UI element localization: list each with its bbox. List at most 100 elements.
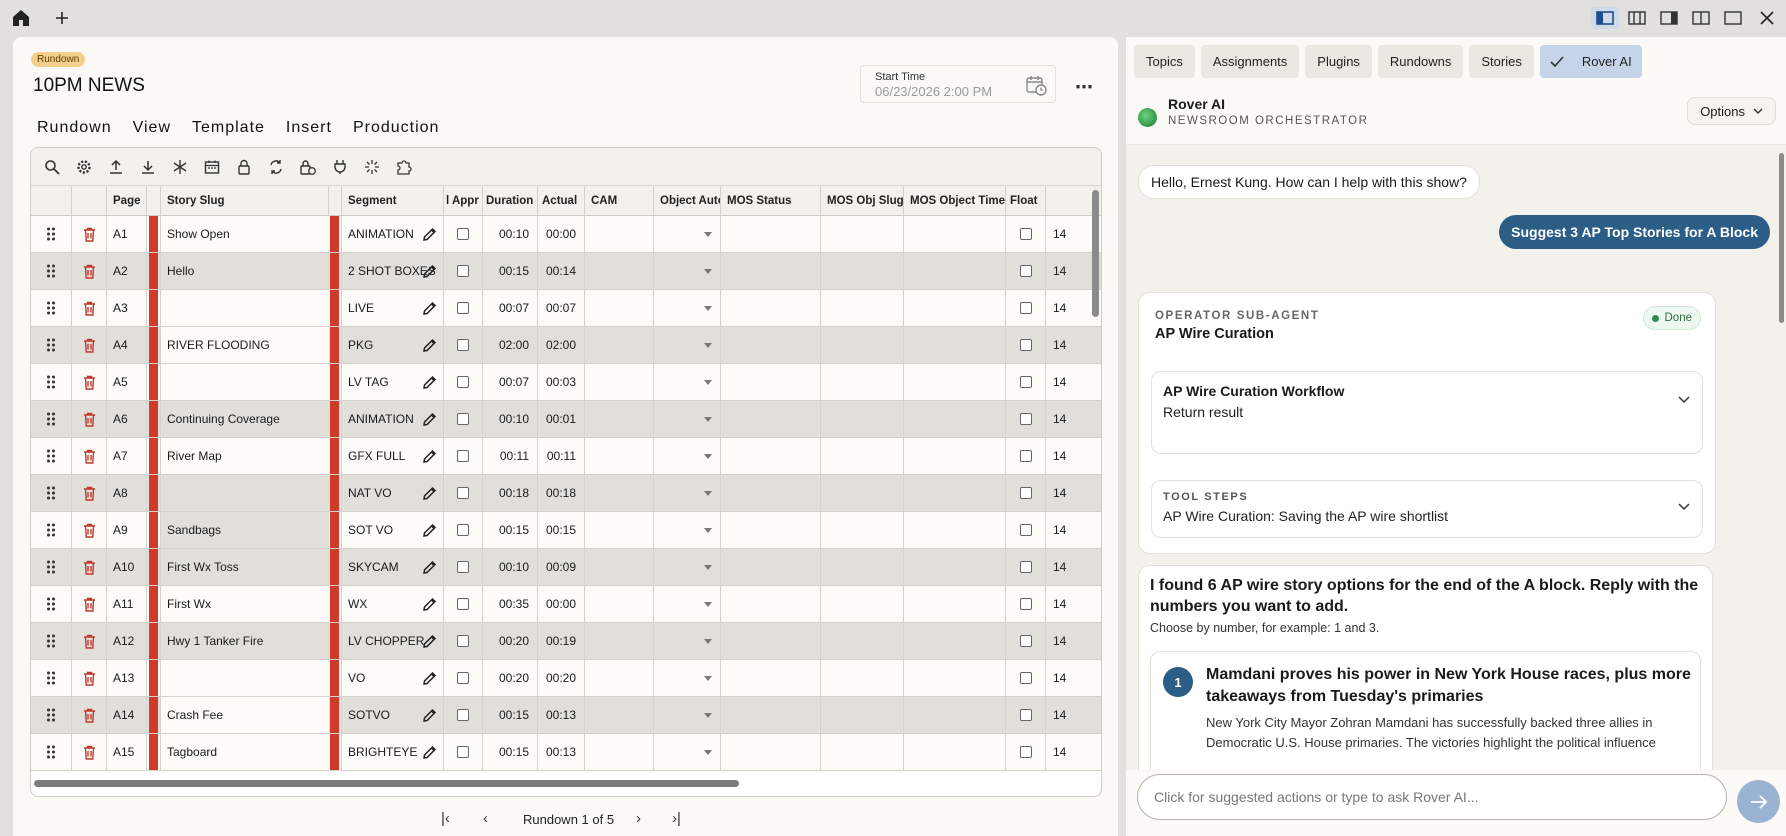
approve-checkbox[interactable] (444, 290, 483, 326)
prev-page-icon[interactable]: ‹ (483, 810, 488, 827)
upload-icon[interactable] (105, 156, 127, 178)
drag-handle-icon[interactable] (31, 253, 72, 289)
chevron-down-icon[interactable] (1678, 396, 1690, 404)
pencil-icon[interactable] (422, 412, 437, 427)
approve-checkbox[interactable] (444, 549, 483, 585)
tab-rover-ai[interactable]: Rover AI (1539, 45, 1642, 78)
trash-icon[interactable] (72, 623, 107, 659)
story-slug-cell[interactable]: Continuing Coverage (161, 401, 329, 437)
table-row[interactable]: A12 Hwy 1 Tanker Fire LV CHOPPER 00:20 00:19… (31, 623, 1101, 660)
cam-cell[interactable] (585, 734, 654, 770)
layout-split-icon[interactable] (1687, 7, 1715, 29)
drag-handle-icon[interactable] (31, 623, 72, 659)
layout-right-panel-icon[interactable] (1655, 7, 1683, 29)
cam-cell[interactable] (585, 623, 654, 659)
cam-cell[interactable] (585, 253, 654, 289)
more-options-icon[interactable]: ⋯ (1075, 77, 1094, 98)
drag-handle-icon[interactable] (31, 327, 72, 363)
options-button[interactable]: Options (1687, 97, 1776, 125)
object-auto-dropdown[interactable] (654, 623, 721, 659)
story-slug-cell[interactable]: Show Open (161, 216, 329, 252)
segment-cell[interactable]: ANIMATION (342, 216, 444, 252)
story-slug-cell[interactable]: First Wx Toss (161, 549, 329, 585)
drag-handle-icon[interactable] (31, 660, 72, 696)
cam-cell[interactable] (585, 475, 654, 511)
trash-icon[interactable] (72, 512, 107, 548)
layout-left-panel-icon[interactable] (1591, 7, 1619, 29)
duration-cell[interactable]: 00:15 (483, 697, 538, 733)
pencil-icon[interactable] (422, 597, 437, 612)
story-slug-cell[interactable]: River Map (161, 438, 329, 474)
pencil-icon[interactable] (422, 560, 437, 575)
drag-handle-icon[interactable] (31, 549, 72, 585)
header-actual[interactable]: Actual (538, 186, 585, 215)
trash-icon[interactable] (72, 734, 107, 770)
table-row[interactable]: A2 Hello 2 SHOT BOXES 00:15 00:14 14 (31, 253, 1101, 290)
approve-checkbox[interactable] (444, 586, 483, 622)
trash-icon[interactable] (72, 586, 107, 622)
pencil-icon[interactable] (422, 264, 437, 279)
table-row[interactable]: A4 RIVER FLOODING PKG 02:00 02:00 14 (31, 327, 1101, 364)
float-checkbox[interactable] (1006, 401, 1046, 437)
trash-icon[interactable] (72, 401, 107, 437)
page-cell[interactable]: A7 (107, 438, 147, 474)
pencil-icon[interactable] (422, 671, 437, 686)
page-cell[interactable]: A15 (107, 734, 147, 770)
table-row[interactable]: A8 NAT VO 00:18 00:18 14 (31, 475, 1101, 512)
duration-cell[interactable]: 00:15 (483, 253, 538, 289)
header-float[interactable]: Float (1006, 186, 1046, 215)
float-checkbox[interactable] (1006, 734, 1046, 770)
duration-cell[interactable]: 00:10 (483, 549, 538, 585)
pencil-icon[interactable] (422, 708, 437, 723)
float-checkbox[interactable] (1006, 697, 1046, 733)
send-button[interactable] (1737, 780, 1780, 823)
cam-cell[interactable] (585, 401, 654, 437)
table-row[interactable]: A7 River Map GFX FULL 00:11 00:11 14 (31, 438, 1101, 475)
next-page-icon[interactable]: › (636, 810, 641, 827)
page-cell[interactable]: A12 (107, 623, 147, 659)
float-checkbox[interactable] (1006, 364, 1046, 400)
start-time-field[interactable]: Start Time 06/23/2026 2:00 PM (860, 65, 1056, 103)
close-icon[interactable] (1753, 7, 1781, 29)
tab-stories[interactable]: Stories (1469, 45, 1534, 78)
drag-handle-icon[interactable] (31, 512, 72, 548)
menu-template[interactable]: Template (192, 119, 265, 137)
page-cell[interactable]: A14 (107, 697, 147, 733)
float-checkbox[interactable] (1006, 438, 1046, 474)
menu-rundown[interactable]: Rundown (37, 119, 112, 137)
duration-cell[interactable]: 00:35 (483, 586, 538, 622)
header-mos-status[interactable]: MOS Status (721, 186, 821, 215)
drag-handle-icon[interactable] (31, 401, 72, 437)
cam-cell[interactable] (585, 438, 654, 474)
story-slug-cell[interactable]: Hello (161, 253, 329, 289)
story-slug-cell[interactable]: Crash Fee (161, 697, 329, 733)
duration-cell[interactable]: 00:15 (483, 734, 538, 770)
header-appr[interactable]: l Appr (444, 186, 483, 215)
horizontal-scrollbar[interactable] (34, 780, 739, 787)
approve-checkbox[interactable] (444, 253, 483, 289)
segment-cell[interactable]: WX (342, 586, 444, 622)
header-story-slug[interactable]: Story Slug (161, 186, 329, 215)
menu-view[interactable]: View (133, 119, 171, 137)
drag-handle-icon[interactable] (31, 734, 72, 770)
plug-icon[interactable] (329, 156, 351, 178)
drag-handle-icon[interactable] (31, 586, 72, 622)
approve-checkbox[interactable] (444, 438, 483, 474)
table-row[interactable]: A1 Show Open ANIMATION 00:10 00:00 14 (31, 216, 1101, 253)
trash-icon[interactable] (72, 549, 107, 585)
object-auto-dropdown[interactable] (654, 438, 721, 474)
object-auto-dropdown[interactable] (654, 734, 721, 770)
pencil-icon[interactable] (422, 449, 437, 464)
story-slug-cell[interactable] (161, 290, 329, 326)
header-duration[interactable]: Duration (483, 186, 538, 215)
segment-cell[interactable]: GFX FULL (342, 438, 444, 474)
pencil-icon[interactable] (422, 634, 437, 649)
float-checkbox[interactable] (1006, 512, 1046, 548)
pencil-icon[interactable] (422, 338, 437, 353)
approve-checkbox[interactable] (444, 327, 483, 363)
object-auto-dropdown[interactable] (654, 512, 721, 548)
drag-handle-icon[interactable] (31, 438, 72, 474)
search-icon[interactable] (41, 156, 63, 178)
duration-cell[interactable]: 00:10 (483, 216, 538, 252)
layout-three-column-icon[interactable] (1623, 7, 1651, 29)
